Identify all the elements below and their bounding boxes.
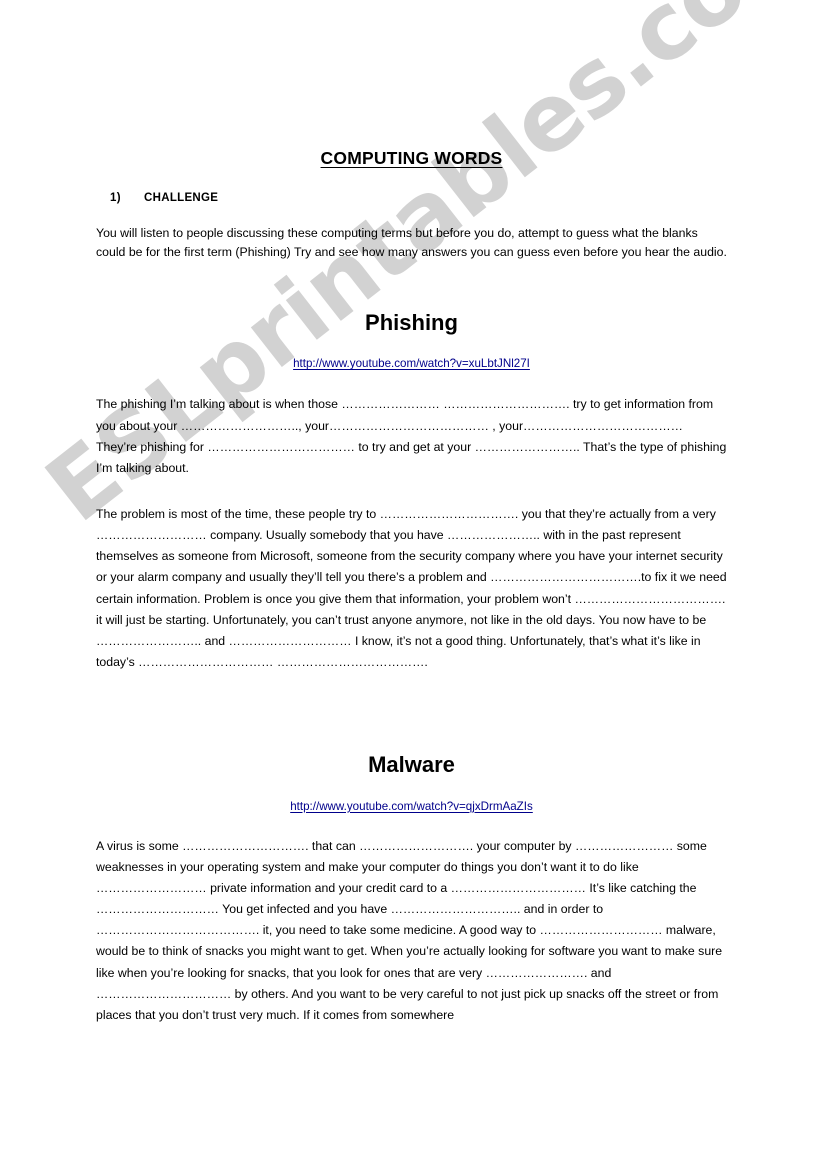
document-content: COMPUTING WORDS 1) CHALLENGE You will lis…: [96, 0, 727, 1038]
phishing-link-row: http://www.youtube.com/watch?v=xuLbtJNl2…: [96, 354, 727, 372]
intro-paragraph: You will listen to people discussing the…: [96, 225, 727, 260]
worksheet-page: ESLprintables.com COMPUTING WORDS 1) CHAL…: [0, 0, 826, 1169]
section-label: CHALLENGE: [144, 191, 219, 204]
page-title: COMPUTING WORDS: [96, 0, 727, 170]
section-challenge-heading: 1) CHALLENGE: [96, 192, 727, 204]
section-number: 1): [110, 191, 121, 204]
malware-video-link[interactable]: http://www.youtube.com/watch?v=qjxDrmAaZ…: [290, 800, 533, 813]
malware-link-row: http://www.youtube.com/watch?v=qjxDrmAaZ…: [96, 797, 727, 815]
malware-paragraph-1: A virus is some …………………………. that can …………: [96, 838, 723, 1022]
phishing-paragraph-2: The problem is most of the time, these p…: [96, 506, 727, 669]
malware-heading: Malware: [368, 752, 455, 778]
phishing-video-link[interactable]: http://www.youtube.com/watch?v=xuLbtJNl2…: [293, 357, 530, 370]
page-title-text: COMPUTING WORDS: [320, 148, 503, 168]
phishing-paragraph-1: The phishing I’m talking about is when t…: [96, 397, 727, 475]
phishing-heading: Phishing: [365, 310, 458, 336]
